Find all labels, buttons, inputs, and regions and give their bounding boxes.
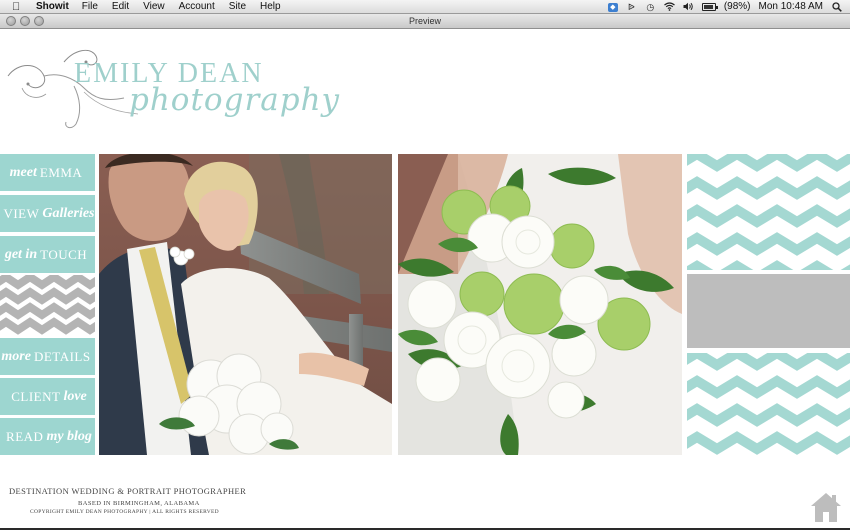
footer-location: BASED IN BIRMINGHAM, ALABAMA — [78, 500, 200, 507]
bluetooth-icon[interactable]: ᐉ — [626, 2, 637, 12]
logo-script: photography — [129, 82, 341, 118]
menu-view[interactable]: View — [143, 0, 165, 14]
battery-percent: (98%) — [723, 1, 751, 12]
nav-label-caps: EMMA — [39, 164, 83, 180]
apple-logo-icon[interactable]:  — [12, 0, 26, 14]
dropbox-icon[interactable]: ◆ — [607, 2, 618, 12]
chevron-pattern-top — [687, 154, 850, 270]
photo-bridal-bouquet[interactable] — [398, 154, 682, 455]
window-title-bar[interactable]: Preview — [0, 14, 850, 29]
nav-label-caps: DETAILS — [33, 348, 91, 364]
nav-label-caps: READ — [6, 428, 44, 444]
menu-clock[interactable]: Mon 10:48 AM — [759, 0, 823, 14]
site-logo[interactable]: EMILY DEAN photography — [4, 42, 339, 138]
menu-edit[interactable]: Edit — [112, 0, 129, 14]
menu-account[interactable]: Account — [179, 0, 215, 14]
home-icon[interactable] — [809, 490, 843, 524]
couple-photo-illustration — [99, 154, 392, 455]
wifi-icon[interactable] — [663, 2, 675, 12]
grey-placeholder-block — [687, 274, 850, 348]
nav-get-in-touch[interactable]: get in TOUCH — [0, 236, 95, 273]
nav-label-caps: VIEW — [3, 205, 40, 221]
nav-label-script: my blog — [46, 428, 92, 444]
nav-more-details[interactable]: more DETAILS — [0, 338, 95, 375]
footer-tagline: DESTINATION WEDDING & PORTRAIT PHOTOGRAP… — [9, 486, 247, 496]
nav-view-galleries[interactable]: VIEW Galleries — [0, 195, 95, 232]
volume-icon[interactable] — [683, 2, 694, 12]
nav-label-caps: CLIENT — [11, 388, 61, 404]
photo-wedding-couple[interactable] — [99, 154, 392, 455]
time-machine-icon[interactable]: ◷ — [645, 2, 656, 12]
spotlight-search-icon[interactable] — [831, 2, 842, 12]
menu-app-showit[interactable]: Showit — [36, 0, 69, 14]
menu-bar:  Showit File Edit View Account Site Hel… — [0, 0, 850, 14]
nav-label-caps: TOUCH — [40, 246, 88, 262]
battery-icon[interactable] — [701, 3, 718, 11]
nav-client-love[interactable]: CLIENT love — [0, 378, 95, 415]
footer-copyright: COPYRIGHT EMILY DEAN PHOTOGRAPHY | ALL R… — [30, 509, 219, 515]
menu-site[interactable]: Site — [229, 0, 246, 14]
window-title: Preview — [408, 16, 441, 26]
nav-label-script: more — [1, 348, 31, 364]
menu-file[interactable]: File — [82, 0, 98, 14]
bouquet-photo-illustration — [398, 154, 682, 455]
menu-help[interactable]: Help — [260, 0, 281, 14]
nav-label-script: get in — [4, 246, 38, 262]
chevron-pattern-bottom — [687, 353, 850, 455]
menu-extras: ◆ ᐉ ◷ (98%) Mon 10:48 AM — [607, 0, 842, 14]
nav-chevron-divider — [0, 275, 95, 336]
logo-swirl-ornament — [7, 49, 139, 129]
nav-label-script: meet — [9, 164, 37, 180]
nav-label-script: Galleries — [42, 205, 95, 221]
nav-meet-emma[interactable]: meet EMMA — [0, 154, 95, 191]
nav-label-script: love — [63, 388, 87, 404]
nav-read-my-blog[interactable]: READ my blog — [0, 418, 95, 455]
